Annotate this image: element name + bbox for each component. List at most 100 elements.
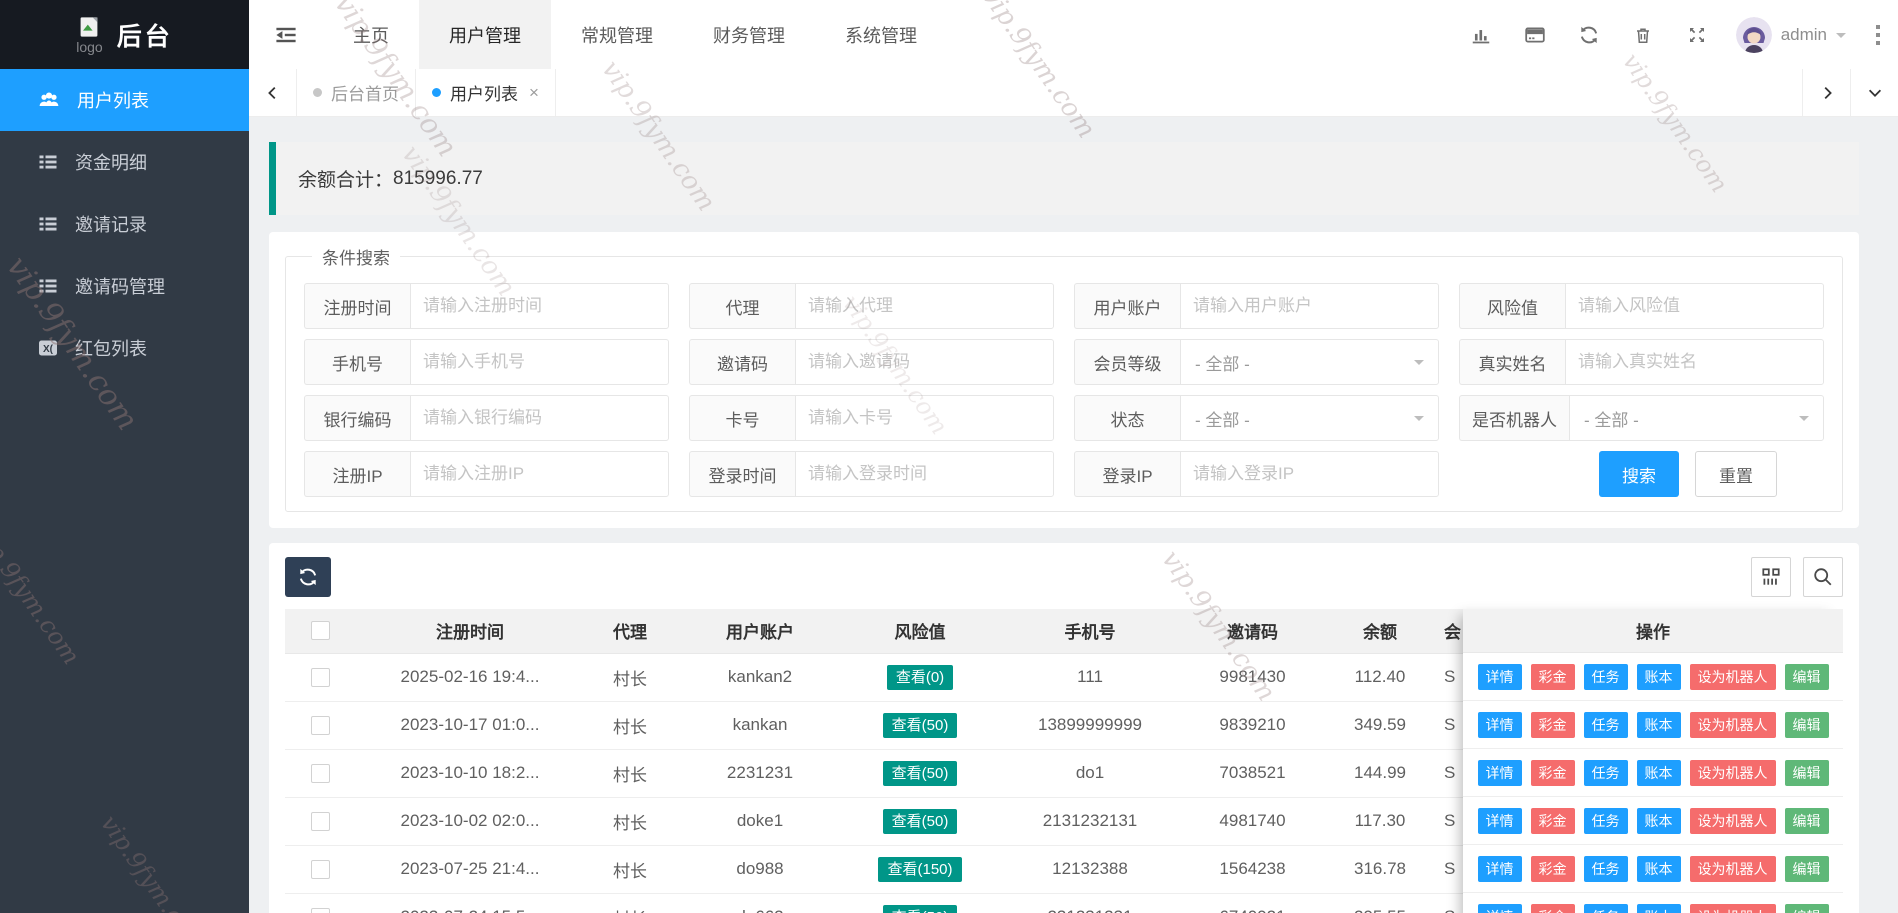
search-input-0-3[interactable] — [1565, 283, 1824, 329]
columns-filter-button[interactable] — [1751, 557, 1791, 597]
op-button-0[interactable]: 详情 — [1477, 663, 1522, 690]
row-checkbox[interactable] — [310, 763, 330, 783]
search-select-2-2[interactable]: - 全部 - — [1180, 395, 1439, 441]
tabs-menu-button[interactable] — [1850, 69, 1898, 116]
op-button-4[interactable]: 设为机器人 — [1689, 711, 1776, 738]
column-header: 余额 — [1320, 609, 1440, 654]
field-label: 邀请码 — [689, 339, 795, 385]
refresh-table-button[interactable] — [285, 557, 331, 597]
search-input-3-2[interactable] — [1180, 451, 1439, 497]
row-checkbox[interactable] — [310, 715, 330, 735]
caret-down-icon — [1414, 416, 1424, 426]
search-select-1-2[interactable]: - 全部 - — [1180, 339, 1439, 385]
op-button-2[interactable]: 任务 — [1583, 759, 1628, 786]
op-button-3[interactable]: 账本 — [1636, 855, 1681, 882]
nav-item-1[interactable]: 用户管理 — [419, 0, 551, 69]
op-button-1[interactable]: 彩金 — [1530, 711, 1575, 738]
tab-1[interactable]: 用户列表 × — [416, 69, 556, 116]
op-button-4[interactable]: 设为机器人 — [1689, 759, 1776, 786]
row-checkbox[interactable] — [310, 811, 330, 831]
op-button-2[interactable]: 任务 — [1583, 903, 1628, 913]
search-button[interactable]: 搜索 — [1599, 451, 1679, 497]
tabs-scroll-right-button[interactable] — [1802, 69, 1850, 116]
op-button-3[interactable]: 账本 — [1636, 711, 1681, 738]
risk-view-badge[interactable]: 查看(150) — [878, 856, 962, 882]
search-input-2-0[interactable] — [410, 395, 669, 441]
op-button-2[interactable]: 任务 — [1583, 711, 1628, 738]
search-input-0-0[interactable] — [410, 283, 669, 329]
search-actions: 搜索 重置 — [1459, 451, 1824, 497]
bar-chart-icon[interactable] — [1454, 0, 1508, 69]
search-input-0-2[interactable] — [1180, 283, 1439, 329]
payment-card-icon[interactable] — [1508, 0, 1562, 69]
refresh-icon[interactable] — [1562, 0, 1616, 69]
op-button-1[interactable]: 彩金 — [1530, 807, 1575, 834]
field-label: 是否机器人 — [1459, 395, 1569, 441]
op-button-1[interactable]: 彩金 — [1530, 903, 1575, 913]
risk-view-badge[interactable]: 查看(0) — [886, 664, 954, 690]
op-button-5[interactable]: 编辑 — [1784, 855, 1829, 882]
select-all-checkbox[interactable] — [310, 621, 330, 641]
op-button-0[interactable]: 详情 — [1477, 759, 1522, 786]
op-button-3[interactable]: 账本 — [1636, 759, 1681, 786]
risk-view-badge[interactable]: 查看(50) — [882, 904, 958, 913]
table-search-button[interactable] — [1803, 557, 1843, 597]
search-field: 银行编码 — [304, 395, 669, 441]
op-button-0[interactable]: 详情 — [1477, 903, 1522, 913]
nav-item-0[interactable]: 主页 — [323, 0, 419, 69]
row-checkbox[interactable] — [310, 667, 330, 687]
more-menu-icon[interactable] — [1858, 0, 1898, 69]
op-button-5[interactable]: 编辑 — [1784, 759, 1829, 786]
op-button-1[interactable]: 彩金 — [1530, 855, 1575, 882]
sidebar-item-4[interactable]: X(红包列表 — [0, 317, 249, 379]
op-button-3[interactable]: 账本 — [1636, 663, 1681, 690]
user-menu[interactable]: admin — [1724, 16, 1858, 53]
sidebar-item-2[interactable]: 邀请记录 — [0, 193, 249, 255]
search-input-1-3[interactable] — [1565, 339, 1824, 385]
op-button-3[interactable]: 账本 — [1636, 903, 1681, 913]
op-button-2[interactable]: 任务 — [1583, 663, 1628, 690]
sidebar-item-1[interactable]: 资金明细 — [0, 131, 249, 193]
op-button-3[interactable]: 账本 — [1636, 807, 1681, 834]
trash-icon[interactable] — [1616, 0, 1670, 69]
sidebar-item-0[interactable]: 用户列表 — [0, 69, 249, 131]
sidebar-collapse-icon[interactable] — [249, 0, 323, 69]
search-input-0-1[interactable] — [795, 283, 1054, 329]
reset-button[interactable]: 重置 — [1695, 451, 1777, 497]
op-button-2[interactable]: 任务 — [1583, 855, 1628, 882]
op-button-5[interactable]: 编辑 — [1784, 807, 1829, 834]
search-input-3-0[interactable] — [410, 451, 669, 497]
tab-close-icon[interactable]: × — [529, 83, 539, 103]
sidebar-item-3[interactable]: 邀请码管理 — [0, 255, 249, 317]
op-button-0[interactable]: 详情 — [1477, 711, 1522, 738]
risk-view-badge[interactable]: 查看(50) — [882, 760, 958, 786]
row-checkbox[interactable] — [310, 859, 330, 879]
op-button-4[interactable]: 设为机器人 — [1689, 855, 1776, 882]
op-button-5[interactable]: 编辑 — [1784, 903, 1829, 913]
op-button-0[interactable]: 详情 — [1477, 807, 1522, 834]
search-input-2-1[interactable] — [795, 395, 1054, 441]
op-button-5[interactable]: 编辑 — [1784, 711, 1829, 738]
op-button-1[interactable]: 彩金 — [1530, 759, 1575, 786]
search-select-2-3[interactable]: - 全部 - — [1569, 395, 1824, 441]
risk-view-badge[interactable]: 查看(50) — [882, 712, 958, 738]
search-input-3-1[interactable] — [795, 451, 1054, 497]
risk-view-badge[interactable]: 查看(50) — [882, 808, 958, 834]
fullscreen-icon[interactable] — [1670, 0, 1724, 69]
nav-item-2[interactable]: 常规管理 — [551, 0, 683, 69]
op-button-0[interactable]: 详情 — [1477, 855, 1522, 882]
nav-item-3[interactable]: 财务管理 — [683, 0, 815, 69]
logo-area: logo 后台 — [0, 0, 249, 69]
row-checkbox[interactable] — [310, 907, 330, 913]
nav-item-4[interactable]: 系统管理 — [815, 0, 947, 69]
op-button-4[interactable]: 设为机器人 — [1689, 807, 1776, 834]
tabs-scroll-left-button[interactable] — [249, 69, 297, 116]
op-button-4[interactable]: 设为机器人 — [1689, 663, 1776, 690]
tab-0[interactable]: 后台首页 — [297, 69, 416, 116]
op-button-4[interactable]: 设为机器人 — [1689, 903, 1776, 913]
op-button-5[interactable]: 编辑 — [1784, 663, 1829, 690]
op-button-1[interactable]: 彩金 — [1530, 663, 1575, 690]
op-button-2[interactable]: 任务 — [1583, 807, 1628, 834]
search-input-1-0[interactable] — [410, 339, 669, 385]
search-input-1-1[interactable] — [795, 339, 1054, 385]
